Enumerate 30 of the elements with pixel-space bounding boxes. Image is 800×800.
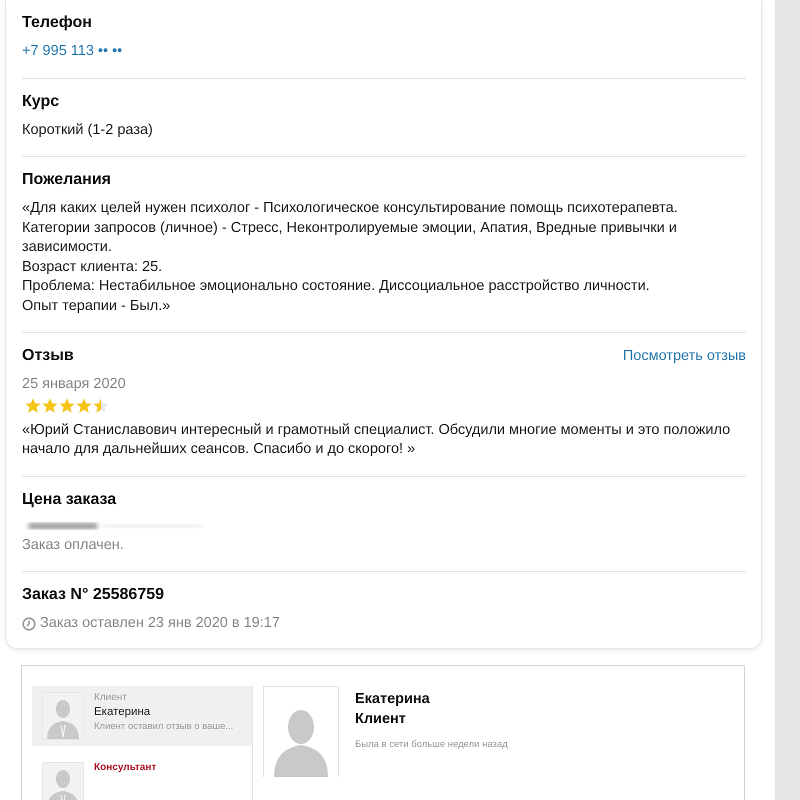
- wish-text: Возраст клиента: 25.: [22, 258, 164, 276]
- contact-role: Клиент: [94, 692, 128, 702]
- clock-icon: [22, 616, 36, 631]
- last-seen: Была в сети больше недели назад: [355, 738, 508, 750]
- section-title: Цена заказа: [22, 490, 118, 510]
- contact-name: Екатерина: [94, 706, 152, 718]
- wish-text: Проблема: Нестабильное эмоционально состояние. Диссоциальное расстройство личности.: [22, 277, 651, 296]
- avatar-icon: [42, 762, 84, 800]
- review-text: «Юрий Станиславович интересный и грамотный специалист. Обсудили многие моменты и это положило начало для дальнейших сеансов. Спасибо и до скорого! »: [22, 420, 732, 459]
- contact-role: Консультант: [94, 762, 156, 772]
- section-title: Телефон: [22, 13, 93, 33]
- message-preview: Клиент оставил отзыв о ваше...: [94, 720, 234, 732]
- review-date: 25 января 2020: [22, 375, 127, 394]
- contact-item[interactable]: Клиент Екатерина Клиент оставил отзыв о ваше...: [32, 686, 252, 746]
- order-number: Заказ N° 25586759: [22, 585, 166, 605]
- course-value: Короткий (1-2 раза): [22, 120, 154, 140]
- wish-text: Опыт терапии - Был.»: [22, 296, 172, 316]
- contact-item[interactable]: Консультант: [32, 756, 252, 800]
- avatar-icon: [42, 692, 84, 740]
- wish-text: «Для каких целей нужен психолог - Психологическое консультирование помощь психотерапевта. Категории запросов (личное) - Стресс, Неконтролируемые эмоции, Апатия, Вредные привычки и зависимости.: [22, 199, 679, 257]
- phone-link[interactable]: +7 995 113 •• ••: [22, 43, 122, 59]
- section-title: Пожелания: [22, 170, 112, 190]
- profile-role: Клиент: [355, 710, 407, 728]
- avatar-icon: [263, 686, 339, 776]
- payment-status: Заказ оплачен.: [22, 536, 125, 554]
- view-review-link[interactable]: Посмотреть отзыв: [622, 347, 746, 366]
- section-title: Курс: [22, 92, 60, 112]
- order-time: Заказ оставлен 23 янв 2020 в 19:17: [40, 614, 280, 633]
- profile-name: Екатерина: [355, 690, 431, 708]
- section-title: Отзыв: [22, 346, 74, 366]
